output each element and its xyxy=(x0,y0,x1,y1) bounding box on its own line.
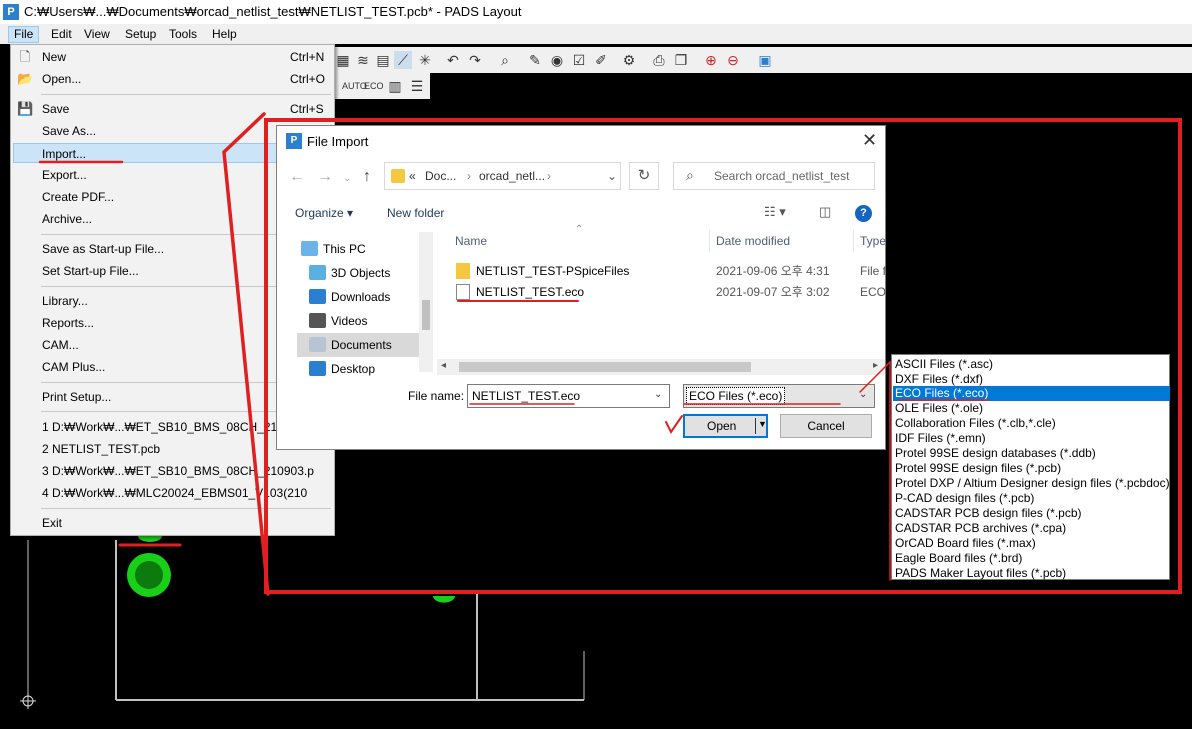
search-placeholder: Search orcad_netlist_test xyxy=(714,169,850,183)
filetype-select[interactable]: ECO Files (*.eco) ⌄ xyxy=(683,384,875,408)
nav-desktop[interactable]: Desktop xyxy=(309,357,424,381)
folder-icon xyxy=(391,169,405,183)
nav-this-pc[interactable]: This PC xyxy=(301,237,416,261)
chevron-right-icon: › xyxy=(467,169,471,183)
menu-item-new[interactable]: 🗋 New Ctrl+N xyxy=(13,47,332,67)
filetype-option[interactable]: OrCAD Board files (*.max) xyxy=(893,536,1170,551)
nav-documents[interactable]: Documents xyxy=(297,333,425,357)
download-icon xyxy=(309,289,326,304)
filetype-option[interactable]: Collaboration Files (*.clb,*.cle) xyxy=(893,416,1170,431)
open-folder-icon: 📂 xyxy=(17,71,34,86)
up-arrow-icon[interactable]: ↑ xyxy=(363,168,371,186)
filetype-option[interactable]: CADSTAR PCB archives (*.cpa) xyxy=(893,521,1170,536)
new-file-icon: 🗋 xyxy=(19,49,31,64)
filetype-option[interactable]: Protel 99SE design databases (*.ddb) xyxy=(893,446,1170,461)
save-icon: 💾 xyxy=(17,101,34,116)
dropdown-arrow-icon[interactable]: ▼ xyxy=(758,419,767,429)
chevron-down-icon[interactable]: ⌄ xyxy=(607,169,617,183)
search-input[interactable]: ⌕ Search orcad_netlist_test xyxy=(673,162,875,190)
organize-button[interactable]: Organize ▾ xyxy=(295,206,353,220)
menu-separator xyxy=(41,94,331,95)
nav-downloads[interactable]: Downloads xyxy=(309,285,424,309)
dialog-app-icon: P xyxy=(286,133,302,149)
file-type: ECO xyxy=(860,285,887,299)
filetype-option[interactable]: Eagle Board files (*.brd) xyxy=(893,551,1170,566)
file-date: 2021-09-07 오후 3:02 xyxy=(716,285,830,299)
back-arrow-icon[interactable]: ← xyxy=(289,168,305,186)
filetype-value: ECO Files (*.eco) xyxy=(686,387,786,405)
filename-input[interactable]: NETLIST_TEST.eco ⌄ xyxy=(467,384,670,408)
help-icon[interactable]: ? xyxy=(855,205,872,222)
filename-value: NETLIST_TEST.eco xyxy=(472,389,581,403)
filetype-option[interactable]: ASCII Files (*.asc) xyxy=(893,357,1170,372)
horizontal-scrollbar[interactable]: ◂ ▸ xyxy=(437,359,885,375)
breadcrumb-documents[interactable]: Doc... xyxy=(425,169,456,183)
view-options-icon[interactable]: ☷ ▾ xyxy=(764,204,786,220)
filetype-option[interactable]: CADSTAR PCB design files (*.pcb) xyxy=(893,506,1170,521)
chevron-right-icon: › xyxy=(547,169,551,183)
computer-icon xyxy=(301,241,318,256)
cube-icon xyxy=(309,265,326,280)
file-type: File f xyxy=(860,264,887,278)
filetype-option[interactable]: Protel 99SE design files (*.pcb) xyxy=(893,461,1170,476)
file-icon xyxy=(456,284,470,300)
filetype-option[interactable]: P-CAD design files (*.pcb) xyxy=(893,491,1170,506)
column-name[interactable]: Name xyxy=(455,234,487,248)
nav-videos[interactable]: Videos xyxy=(309,309,424,333)
filename-label: File name: xyxy=(408,389,465,403)
search-icon: ⌕ xyxy=(686,167,694,183)
nav-scrollbar[interactable] xyxy=(419,232,433,372)
close-icon[interactable]: ✕ xyxy=(862,130,877,151)
column-type[interactable]: Type xyxy=(860,234,886,248)
breadcrumb-folder[interactable]: orcad_netl... xyxy=(479,169,545,183)
video-icon xyxy=(309,313,326,328)
sort-indicator-icon: ⌃ xyxy=(575,224,584,235)
dialog-title: File Import xyxy=(307,134,369,149)
chevron-down-icon[interactable]: ⌄ xyxy=(859,389,867,400)
address-bar[interactable]: « Doc... › orcad_netl... › ⌄ xyxy=(384,162,621,190)
filetype-option[interactable]: IDF Files (*.emn) xyxy=(893,431,1170,446)
filetype-option[interactable]: DXF Files (*.dxf) xyxy=(893,372,1170,387)
cancel-button[interactable]: Cancel xyxy=(780,414,872,438)
file-import-dialog: P File Import ✕ ← → ⌄ ↑ « Doc... › orcad… xyxy=(276,125,886,450)
filetype-dropdown-list: ASCII Files (*.asc) DXF Files (*.dxf) EC… xyxy=(891,354,1170,580)
preview-pane-icon[interactable]: ◫ xyxy=(819,204,831,220)
refresh-icon[interactable]: ↻ xyxy=(629,162,659,190)
chevron-down-icon[interactable]: ⌄ xyxy=(654,389,662,400)
new-folder-button[interactable]: New folder xyxy=(387,206,444,220)
open-button[interactable]: Open ▼ xyxy=(683,414,768,438)
recent-locations-icon[interactable]: ⌄ xyxy=(343,173,351,184)
menu-item-open[interactable]: 📂 Open... Ctrl+O xyxy=(13,69,332,89)
document-icon xyxy=(309,337,326,352)
filetype-option[interactable]: Protel DXP / Altium Designer design file… xyxy=(893,476,1170,491)
forward-arrow-icon[interactable]: → xyxy=(317,168,333,186)
breadcrumb-overflow[interactable]: « xyxy=(409,169,416,183)
menu-item-save[interactable]: 💾 Save Ctrl+S xyxy=(13,99,332,119)
filetype-option[interactable]: PADS Maker Layout files (*.pcb) xyxy=(893,566,1170,581)
nav-3d-objects[interactable]: 3D Objects xyxy=(309,261,424,285)
filetype-option[interactable]: OLE Files (*.ole) xyxy=(893,401,1170,416)
folder-icon xyxy=(456,263,470,279)
file-date: 2021-09-06 오후 4:31 xyxy=(716,264,830,278)
column-date-modified[interactable]: Date modified xyxy=(716,234,790,248)
filetype-option-selected[interactable]: ECO Files (*.eco) xyxy=(893,386,1170,401)
desktop-icon xyxy=(309,361,326,376)
